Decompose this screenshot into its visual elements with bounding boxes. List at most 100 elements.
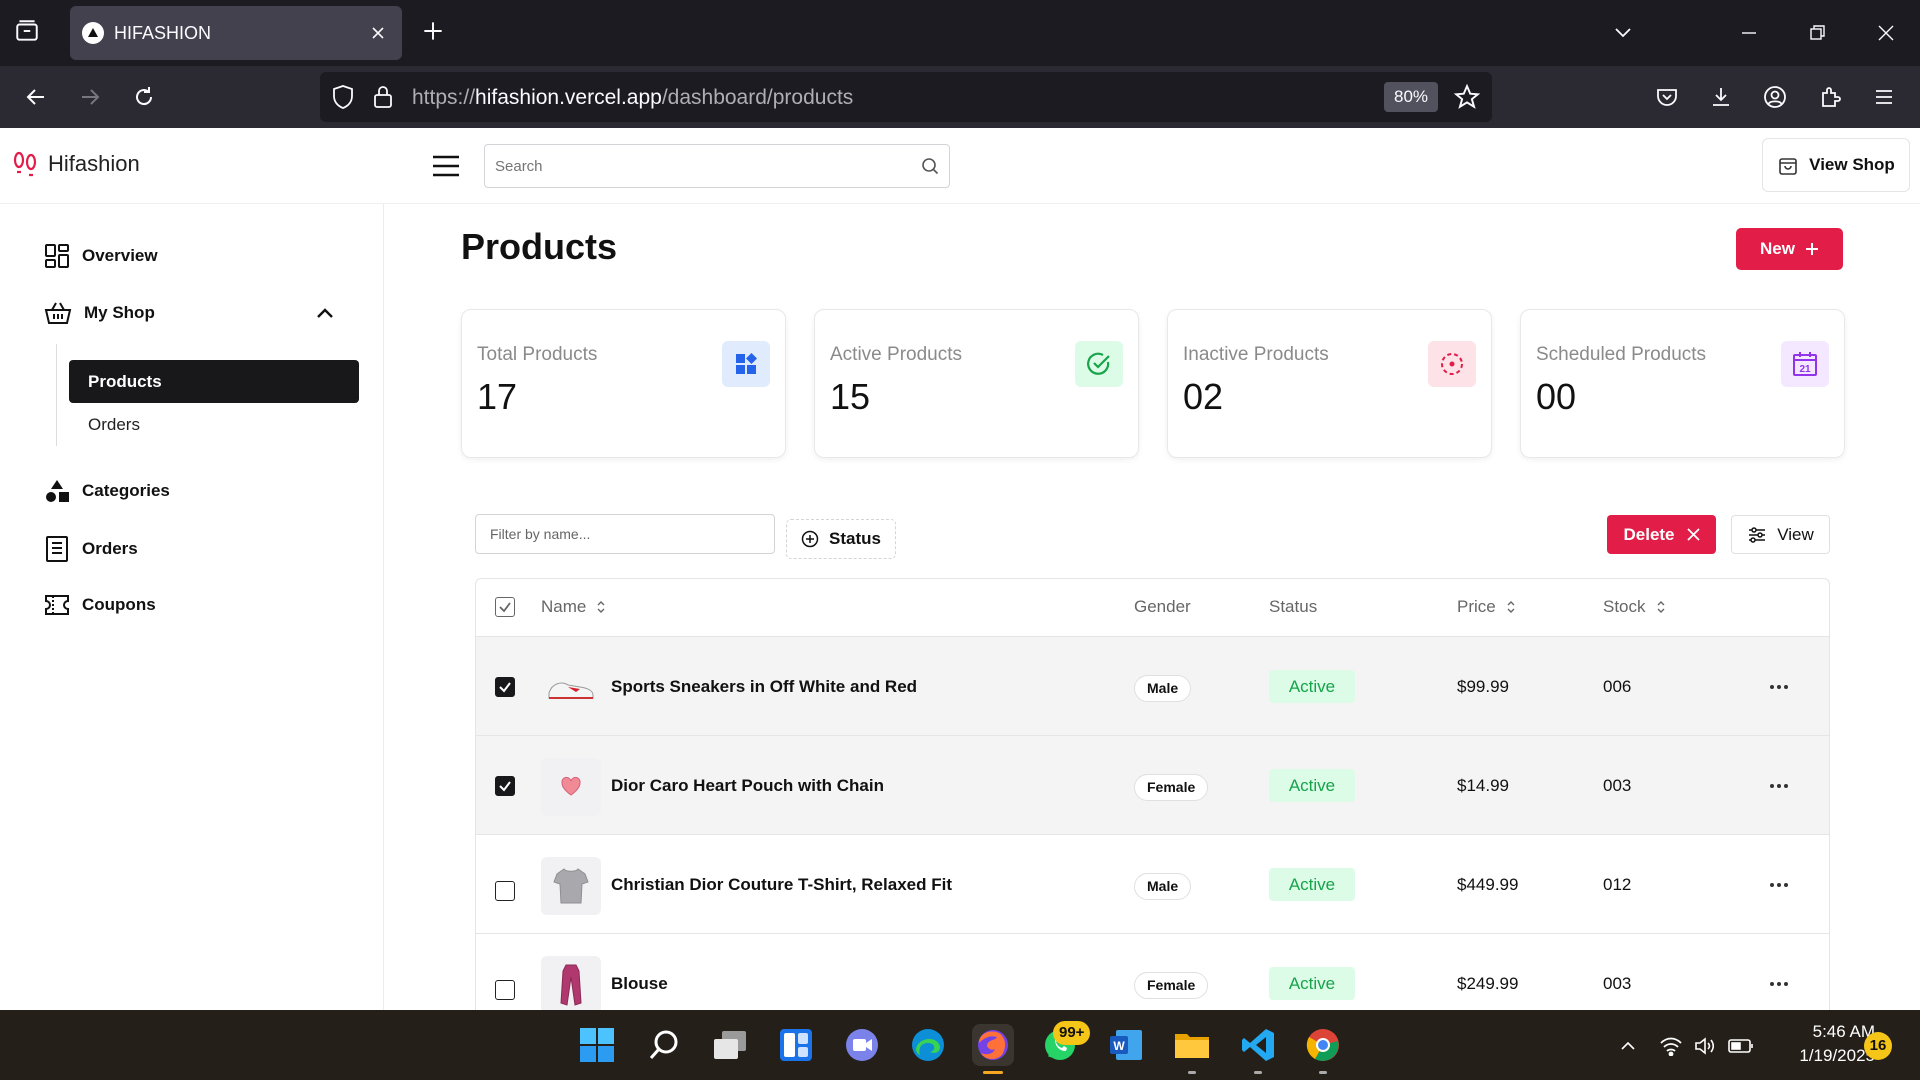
battery-icon[interactable]: [1727, 1032, 1755, 1060]
sidebar-item-my-shop[interactable]: My Shop: [44, 300, 155, 326]
row-checkbox[interactable]: [495, 980, 515, 1000]
sidebar-item-categories[interactable]: Categories: [44, 478, 170, 504]
column-label: Status: [1269, 597, 1318, 616]
volume-icon[interactable]: [1691, 1032, 1719, 1060]
file-explorer-icon[interactable]: [1171, 1024, 1213, 1074]
column-label: Stock: [1603, 597, 1646, 616]
check-circle-icon: [1075, 341, 1123, 387]
view-options-button[interactable]: View: [1731, 515, 1830, 554]
more-options-icon[interactable]: [1764, 771, 1794, 801]
extensions-icon[interactable]: [1813, 80, 1847, 114]
search-icon[interactable]: [643, 1024, 685, 1066]
grid-icon: [722, 341, 770, 387]
bookmark-star-icon[interactable]: [1453, 83, 1481, 115]
reload-icon[interactable]: [127, 80, 161, 114]
menu-icon[interactable]: [1867, 80, 1901, 114]
submenu-divider: [56, 344, 57, 446]
sidebar-item-overview[interactable]: Overview: [44, 243, 158, 269]
filter-by-name-input[interactable]: Filter by name...: [475, 514, 775, 554]
status-filter-button[interactable]: Status: [786, 519, 896, 559]
task-view-icon[interactable]: [709, 1024, 751, 1066]
stat-value: 02: [1183, 376, 1224, 417]
stat-card-active: Active Products 15: [814, 309, 1139, 458]
gender-badge: Male: [1134, 873, 1192, 900]
column-header-stock[interactable]: Stock: [1603, 597, 1666, 617]
column-label: Gender: [1134, 597, 1191, 616]
chevron-up-icon[interactable]: [314, 302, 336, 329]
minimize-icon[interactable]: [1732, 16, 1766, 50]
row-checkbox[interactable]: [495, 881, 515, 901]
download-icon[interactable]: [1704, 80, 1738, 114]
search-icon[interactable]: [921, 157, 939, 180]
stat-card-inactive: Inactive Products 02: [1167, 309, 1492, 458]
sidebar-item-products[interactable]: Products: [69, 360, 359, 403]
windows-start-icon[interactable]: [576, 1024, 618, 1066]
page-title: Products: [461, 226, 618, 267]
product-name: Christian Dior Couture T-Shirt, Relaxed …: [611, 875, 952, 894]
lock-icon[interactable]: [372, 84, 394, 115]
pocket-icon[interactable]: [1650, 80, 1684, 114]
more-options-icon[interactable]: [1764, 870, 1794, 900]
select-all-checkbox[interactable]: [495, 597, 515, 617]
widgets-icon[interactable]: [775, 1024, 817, 1066]
sidebar-item-orders[interactable]: Orders: [44, 535, 138, 563]
column-header-name[interactable]: Name: [541, 597, 606, 617]
url-text[interactable]: https://hifashion.vercel.app/dashboard/p…: [412, 86, 853, 110]
sidebar-item-label: Overview: [82, 246, 158, 265]
tab-close-icon[interactable]: [366, 21, 390, 45]
window-close-icon[interactable]: [1869, 16, 1903, 50]
vscode-icon[interactable]: [1237, 1024, 1279, 1074]
row-checkbox[interactable]: [495, 677, 515, 697]
chrome-icon[interactable]: [1302, 1024, 1344, 1074]
stat-label: Inactive Products: [1183, 344, 1329, 365]
stat-label: Active Products: [830, 344, 962, 365]
more-options-icon[interactable]: [1764, 672, 1794, 702]
hamburger-menu-icon[interactable]: [430, 150, 462, 182]
table-row[interactable]: Blouse Female Active $249.99 003: [476, 934, 1829, 1010]
browser-tab[interactable]: HIFASHION: [70, 6, 402, 60]
product-thumbnail: [541, 956, 601, 1010]
delete-button[interactable]: Delete: [1607, 515, 1716, 554]
product-stock: 003: [1603, 776, 1632, 795]
row-checkbox[interactable]: [495, 776, 515, 796]
tab-list-icon[interactable]: [14, 18, 44, 48]
sidebar-item-orders-sub[interactable]: Orders: [88, 415, 140, 435]
edge-icon[interactable]: [907, 1024, 949, 1066]
more-options-icon[interactable]: [1764, 969, 1794, 999]
url-domain: hifashion.vercel.app: [475, 86, 662, 109]
new-product-button[interactable]: New: [1736, 228, 1843, 270]
teams-chat-icon[interactable]: [841, 1024, 883, 1066]
sidebar-item-coupons[interactable]: Coupons: [44, 592, 156, 618]
forward-arrow-icon[interactable]: [73, 80, 107, 114]
table-row[interactable]: Sports Sneakers in Off White and Red Mal…: [476, 637, 1829, 736]
system-clock[interactable]: 5:46 AM 1/19/2025: [1775, 1020, 1875, 1068]
table-row[interactable]: Christian Dior Couture T-Shirt, Relaxed …: [476, 835, 1829, 934]
wifi-icon[interactable]: [1657, 1032, 1685, 1060]
view-shop-button[interactable]: View Shop: [1762, 138, 1910, 192]
column-header-price[interactable]: Price: [1457, 597, 1516, 617]
back-arrow-icon[interactable]: [19, 80, 53, 114]
url-bar[interactable]: https://hifashion.vercel.app/dashboard/p…: [320, 72, 1492, 122]
chevron-up-icon[interactable]: [1614, 1032, 1642, 1060]
notification-badge[interactable]: 16: [1864, 1032, 1892, 1060]
firefox-icon[interactable]: [972, 1024, 1014, 1074]
column-header-gender: Gender: [1134, 597, 1191, 617]
restore-icon[interactable]: [1800, 16, 1834, 50]
table-row[interactable]: Dior Caro Heart Pouch with Chain Female …: [476, 736, 1829, 835]
stat-value: 17: [477, 376, 518, 417]
search-field[interactable]: [484, 144, 950, 188]
browser-nav-bar: https://hifashion.vercel.app/dashboard/p…: [0, 66, 1920, 128]
word-icon[interactable]: W: [1105, 1024, 1147, 1066]
chevron-down-icon[interactable]: [1606, 16, 1640, 50]
brand-logo[interactable]: Hifashion: [12, 150, 140, 178]
clock-date: 1/19/2025: [1799, 1046, 1875, 1065]
shield-icon[interactable]: [331, 84, 355, 115]
account-icon[interactable]: [1758, 80, 1792, 114]
search-input[interactable]: [485, 145, 885, 187]
clock-time: 5:46 AM: [1812, 1022, 1875, 1041]
app-header: Hifashion View Shop: [0, 128, 1920, 204]
zoom-level-badge[interactable]: 80%: [1384, 82, 1439, 112]
receipt-icon: [46, 536, 68, 562]
new-tab-icon[interactable]: [420, 18, 450, 48]
sort-icon: [597, 601, 605, 613]
